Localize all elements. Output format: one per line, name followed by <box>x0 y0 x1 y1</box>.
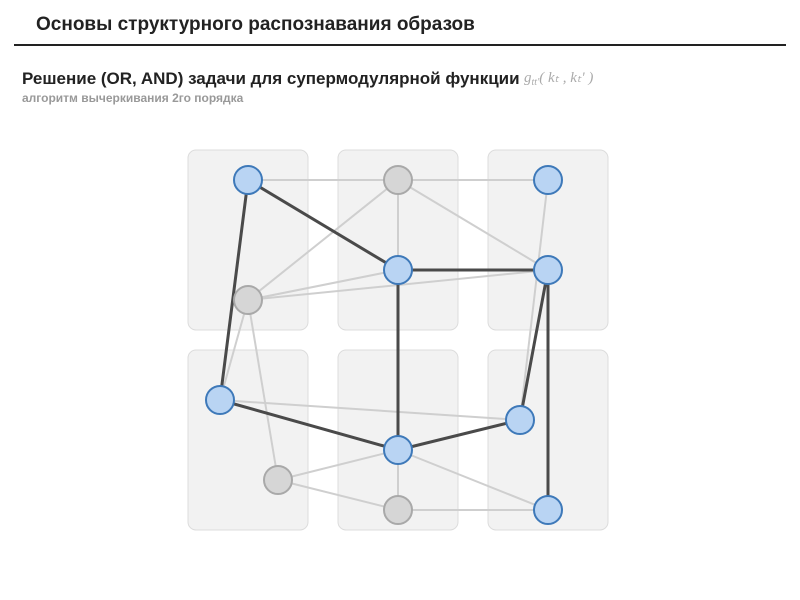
section-title: Решение (OR, AND) задачи для супермодуля… <box>22 69 520 89</box>
node-active <box>534 496 562 524</box>
panel <box>188 350 308 530</box>
formula: gtt'( kₜ , kₜ' ) <box>524 70 593 86</box>
graph-svg <box>160 130 640 560</box>
diagram <box>0 130 800 600</box>
formula-args: ( kₜ , kₜ' ) <box>539 70 593 86</box>
node-inactive <box>384 166 412 194</box>
node-active <box>506 406 534 434</box>
page-title: Основы структурного распознавания образо… <box>14 0 786 46</box>
slide: Основы структурного распознавания образо… <box>0 0 800 600</box>
node-active <box>534 166 562 194</box>
node-active <box>234 166 262 194</box>
section-subtitle: алгоритм вычеркивания 2го порядка <box>22 91 778 105</box>
node-inactive <box>384 496 412 524</box>
formula-fn: g <box>524 70 532 86</box>
node-active <box>206 386 234 414</box>
node-active <box>384 256 412 284</box>
node-inactive <box>234 286 262 314</box>
node-active <box>384 436 412 464</box>
node-inactive <box>264 466 292 494</box>
section-header: Решение (OR, AND) задачи для супермодуля… <box>0 46 800 105</box>
node-active <box>534 256 562 284</box>
